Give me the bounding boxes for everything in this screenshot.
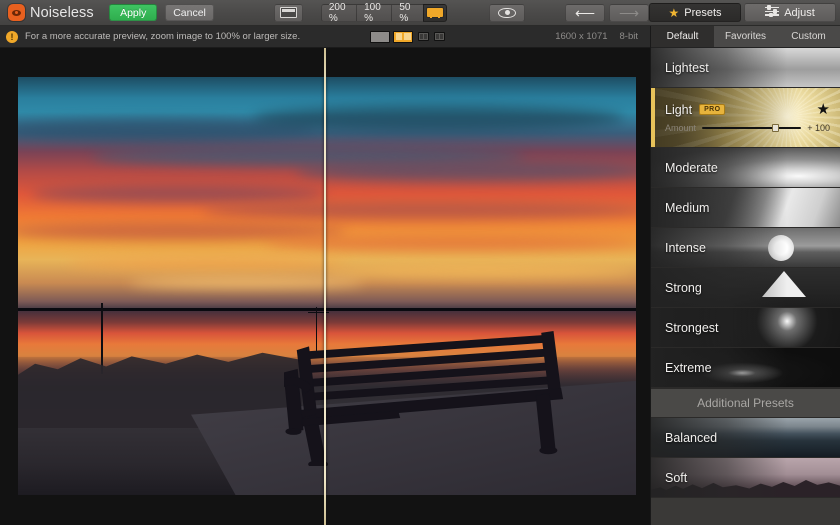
amount-slider-track <box>702 126 802 130</box>
subtab-custom[interactable]: Custom <box>777 26 840 47</box>
additional-presets-header: Additional Presets <box>651 388 840 418</box>
preset-label: Strongest <box>665 320 719 335</box>
top-toolbar: Noiseless Apply Cancel 200 % 100 % 50 % … <box>0 0 840 26</box>
star-filled-icon[interactable]: ★ <box>817 102 830 117</box>
view-mode-controls <box>370 30 446 43</box>
preset-item-light[interactable]: Light PRO ★ Amount + 100 <box>651 88 840 148</box>
preset-item-strong[interactable]: Strong <box>651 268 840 308</box>
preset-list-spacer <box>651 498 840 525</box>
preset-item-balanced[interactable]: Balanced <box>651 418 840 458</box>
presets-panel: Default Favorites Custom Lightest Light … <box>650 26 840 525</box>
brand: Noiseless <box>0 4 107 21</box>
amount-value: + 100 <box>807 123 830 133</box>
single-view-icon[interactable] <box>370 30 391 43</box>
zoom-200-button[interactable]: 200 % <box>320 2 357 24</box>
preview-image[interactable] <box>18 77 636 495</box>
brand-name: Noiseless <box>30 4 94 21</box>
tab-presets[interactable]: ★ Presets <box>649 3 742 22</box>
image-metadata: 1600 x 1071 8-bit <box>555 31 644 42</box>
fit-to-screen-button[interactable] <box>422 3 448 22</box>
zoom-controls: 200 % 100 % 50 % <box>320 2 448 24</box>
split-view-small-b-icon[interactable] <box>434 32 446 41</box>
split-view-small-a-icon[interactable] <box>418 32 430 41</box>
undo-arrow-icon: ⟵ <box>574 4 596 21</box>
redo-arrow-icon: ⟶ <box>618 4 640 21</box>
amount-slider[interactable] <box>702 123 802 133</box>
preset-list[interactable]: Lightest Light PRO ★ Amount + 100 Modera… <box>651 48 840 525</box>
eye-preview-icon <box>498 7 517 18</box>
tab-adjust[interactable]: Adjust <box>744 3 837 22</box>
park-bench <box>283 328 568 466</box>
window-panel-icon <box>279 7 297 18</box>
redo-button[interactable]: ⟶ <box>609 3 650 22</box>
preset-item-lightest[interactable]: Lightest <box>651 48 840 88</box>
undo-button[interactable]: ⟵ <box>565 3 606 22</box>
window-panel-button[interactable] <box>273 3 303 22</box>
preset-item-extreme[interactable]: Extreme <box>651 348 840 388</box>
zoom-50-button[interactable]: 50 % <box>391 2 423 24</box>
preset-label: Soft <box>665 470 688 485</box>
noiseless-eye-logo-icon <box>8 4 25 21</box>
preset-label: Balanced <box>665 430 718 445</box>
preset-label: Light <box>665 102 693 117</box>
subtab-default[interactable]: Default <box>651 26 714 47</box>
cancel-button[interactable]: Cancel <box>165 4 214 21</box>
preview-toggle-button[interactable] <box>489 3 526 22</box>
preset-item-intense[interactable]: Intense <box>651 228 840 268</box>
preset-subtabs: Default Favorites Custom <box>651 26 840 48</box>
pole-left-crossbar <box>89 308 124 311</box>
preset-item-soft[interactable]: Soft <box>651 458 840 498</box>
split-compare-divider-line[interactable] <box>324 48 326 525</box>
preset-label: Strong <box>665 280 702 295</box>
zoom-100-button[interactable]: 100 % <box>356 2 392 24</box>
amount-slider-knob[interactable] <box>772 124 780 132</box>
split-view-vertical-icon[interactable] <box>393 30 414 43</box>
pole-mid-crossbar <box>308 311 330 314</box>
preset-label: Medium <box>665 200 710 215</box>
preset-label: Moderate <box>665 160 718 175</box>
star-icon: ★ <box>668 5 680 20</box>
sliders-icon <box>765 5 780 18</box>
pro-badge: PRO <box>699 104 726 115</box>
notice-text: For a more accurate preview, zoom image … <box>25 31 301 42</box>
image-dimensions: 1600 x 1071 <box>555 31 608 42</box>
noiseless-app-window: Noiseless Apply Cancel 200 % 100 % 50 % … <box>0 0 840 525</box>
preset-item-medium[interactable]: Medium <box>651 188 840 228</box>
preset-item-strongest[interactable]: Strongest <box>651 308 840 348</box>
warning-icon: ! <box>6 30 18 43</box>
panel-tabs: ★ Presets Adjust <box>649 3 840 22</box>
preset-label: Extreme <box>665 360 712 375</box>
preset-label: Lightest <box>665 60 709 75</box>
subtab-favorites[interactable]: Favorites <box>714 26 777 47</box>
bit-depth: 8-bit <box>619 31 638 42</box>
notice-bar: ! For a more accurate preview, zoom imag… <box>0 26 650 48</box>
preset-label: Intense <box>665 240 707 255</box>
apply-button[interactable]: Apply <box>109 4 158 21</box>
selected-indicator <box>651 88 655 147</box>
history-controls: ⟵ ⟶ <box>565 3 650 22</box>
preset-item-moderate[interactable]: Moderate <box>651 148 840 188</box>
tab-adjust-label: Adjust <box>784 6 815 19</box>
amount-label: Amount <box>665 123 697 133</box>
tab-presets-label: Presets <box>684 6 722 19</box>
